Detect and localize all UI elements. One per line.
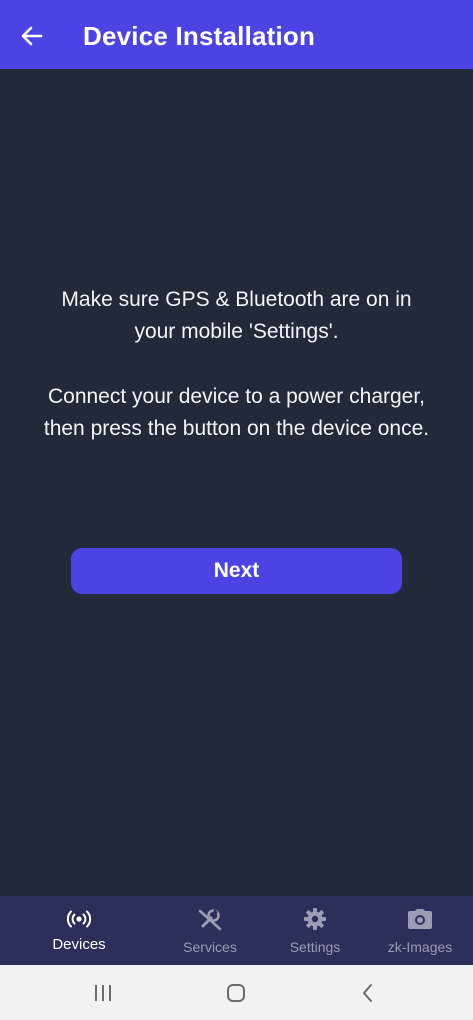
recents-icon (95, 985, 111, 1001)
nav-item-devices[interactable]: Devices (29, 896, 129, 965)
app-bar: Device Installation (0, 0, 473, 69)
nav-item-services[interactable]: Services (160, 896, 260, 965)
camera-icon (407, 906, 433, 932)
app-screen: Device Installation Make sure GPS & Blue… (0, 0, 473, 1020)
system-back-button[interactable] (353, 979, 383, 1007)
next-button[interactable]: Next (71, 548, 402, 594)
nav-label-services: Services (183, 939, 237, 955)
power-charger-instruction: Connect your device to a power charger, … (43, 385, 430, 440)
gps-bluetooth-instruction: Make sure GPS & Bluetooth are on in your… (61, 288, 412, 343)
main-content: Make sure GPS & Bluetooth are on in your… (0, 69, 473, 896)
nav-label-devices: Devices (52, 936, 106, 953)
nav-item-zk-images[interactable]: zk-Images (370, 896, 470, 965)
system-navigation-bar (0, 965, 473, 1020)
home-button[interactable] (221, 979, 251, 1007)
bottom-navigation: Devices Services Settings zk-Images (0, 896, 473, 965)
back-button[interactable] (16, 20, 48, 52)
nav-label-zk-images: zk-Images (387, 939, 453, 955)
broadcast-icon (66, 906, 92, 932)
arrow-left-icon (21, 26, 43, 46)
services-wrench-icon (197, 906, 223, 932)
home-icon (227, 984, 245, 1002)
nav-label-settings: Settings (289, 939, 341, 955)
recents-button[interactable] (88, 979, 118, 1007)
nav-item-settings[interactable]: Settings (265, 896, 365, 965)
page-title: Device Installation (83, 21, 316, 51)
system-back-icon (363, 984, 372, 1002)
gear-icon (302, 906, 328, 932)
